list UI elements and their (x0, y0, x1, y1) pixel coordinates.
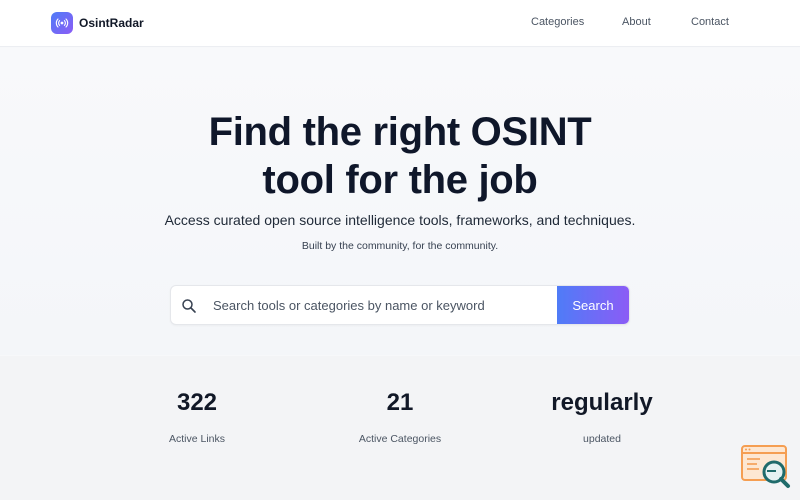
stat-value: 322 (176, 389, 218, 416)
brand-name: OsintRadar (79, 16, 144, 30)
radar-logo-icon (51, 12, 73, 34)
stat-active-categories: 21 Active Categories (300, 388, 500, 445)
stat-active-links: 322 Active Links (97, 388, 297, 445)
stat-label: Active Categories (358, 433, 442, 445)
browser-search-widget-icon[interactable] (740, 444, 792, 490)
nav-contact-link[interactable]: Contact (691, 16, 729, 28)
stats-section: 322 Active Links 21 Active Categories re… (0, 356, 800, 500)
hero-tagline: Built by the community, for the communit… (301, 240, 499, 252)
nav-about-link[interactable]: About (622, 16, 651, 28)
nav-categories-link[interactable]: Categories (531, 16, 584, 28)
stat-value: 21 (386, 389, 414, 416)
hero-title-line-2: tool for the job (262, 158, 538, 202)
stat-updated: regularly updated (502, 388, 702, 445)
hero-subtitle: Access curated open source intelligence … (164, 212, 636, 228)
hero-title: Find the right OSINT tool for the job (0, 108, 800, 204)
search-button[interactable]: Search (557, 286, 629, 324)
stat-label: Active Links (168, 433, 226, 445)
stat-label: updated (583, 433, 621, 445)
brand[interactable]: OsintRadar (51, 12, 144, 34)
hero-section: Find the right OSINT tool for the job Ac… (0, 48, 800, 355)
top-navbar: OsintRadar Categories About Contact (0, 0, 800, 47)
search-icon (181, 298, 197, 314)
hero-title-line-1: Find the right OSINT (208, 110, 592, 154)
search-input[interactable] (211, 286, 557, 324)
search-bar: Search (170, 285, 630, 325)
stat-value: regularly (551, 389, 653, 416)
